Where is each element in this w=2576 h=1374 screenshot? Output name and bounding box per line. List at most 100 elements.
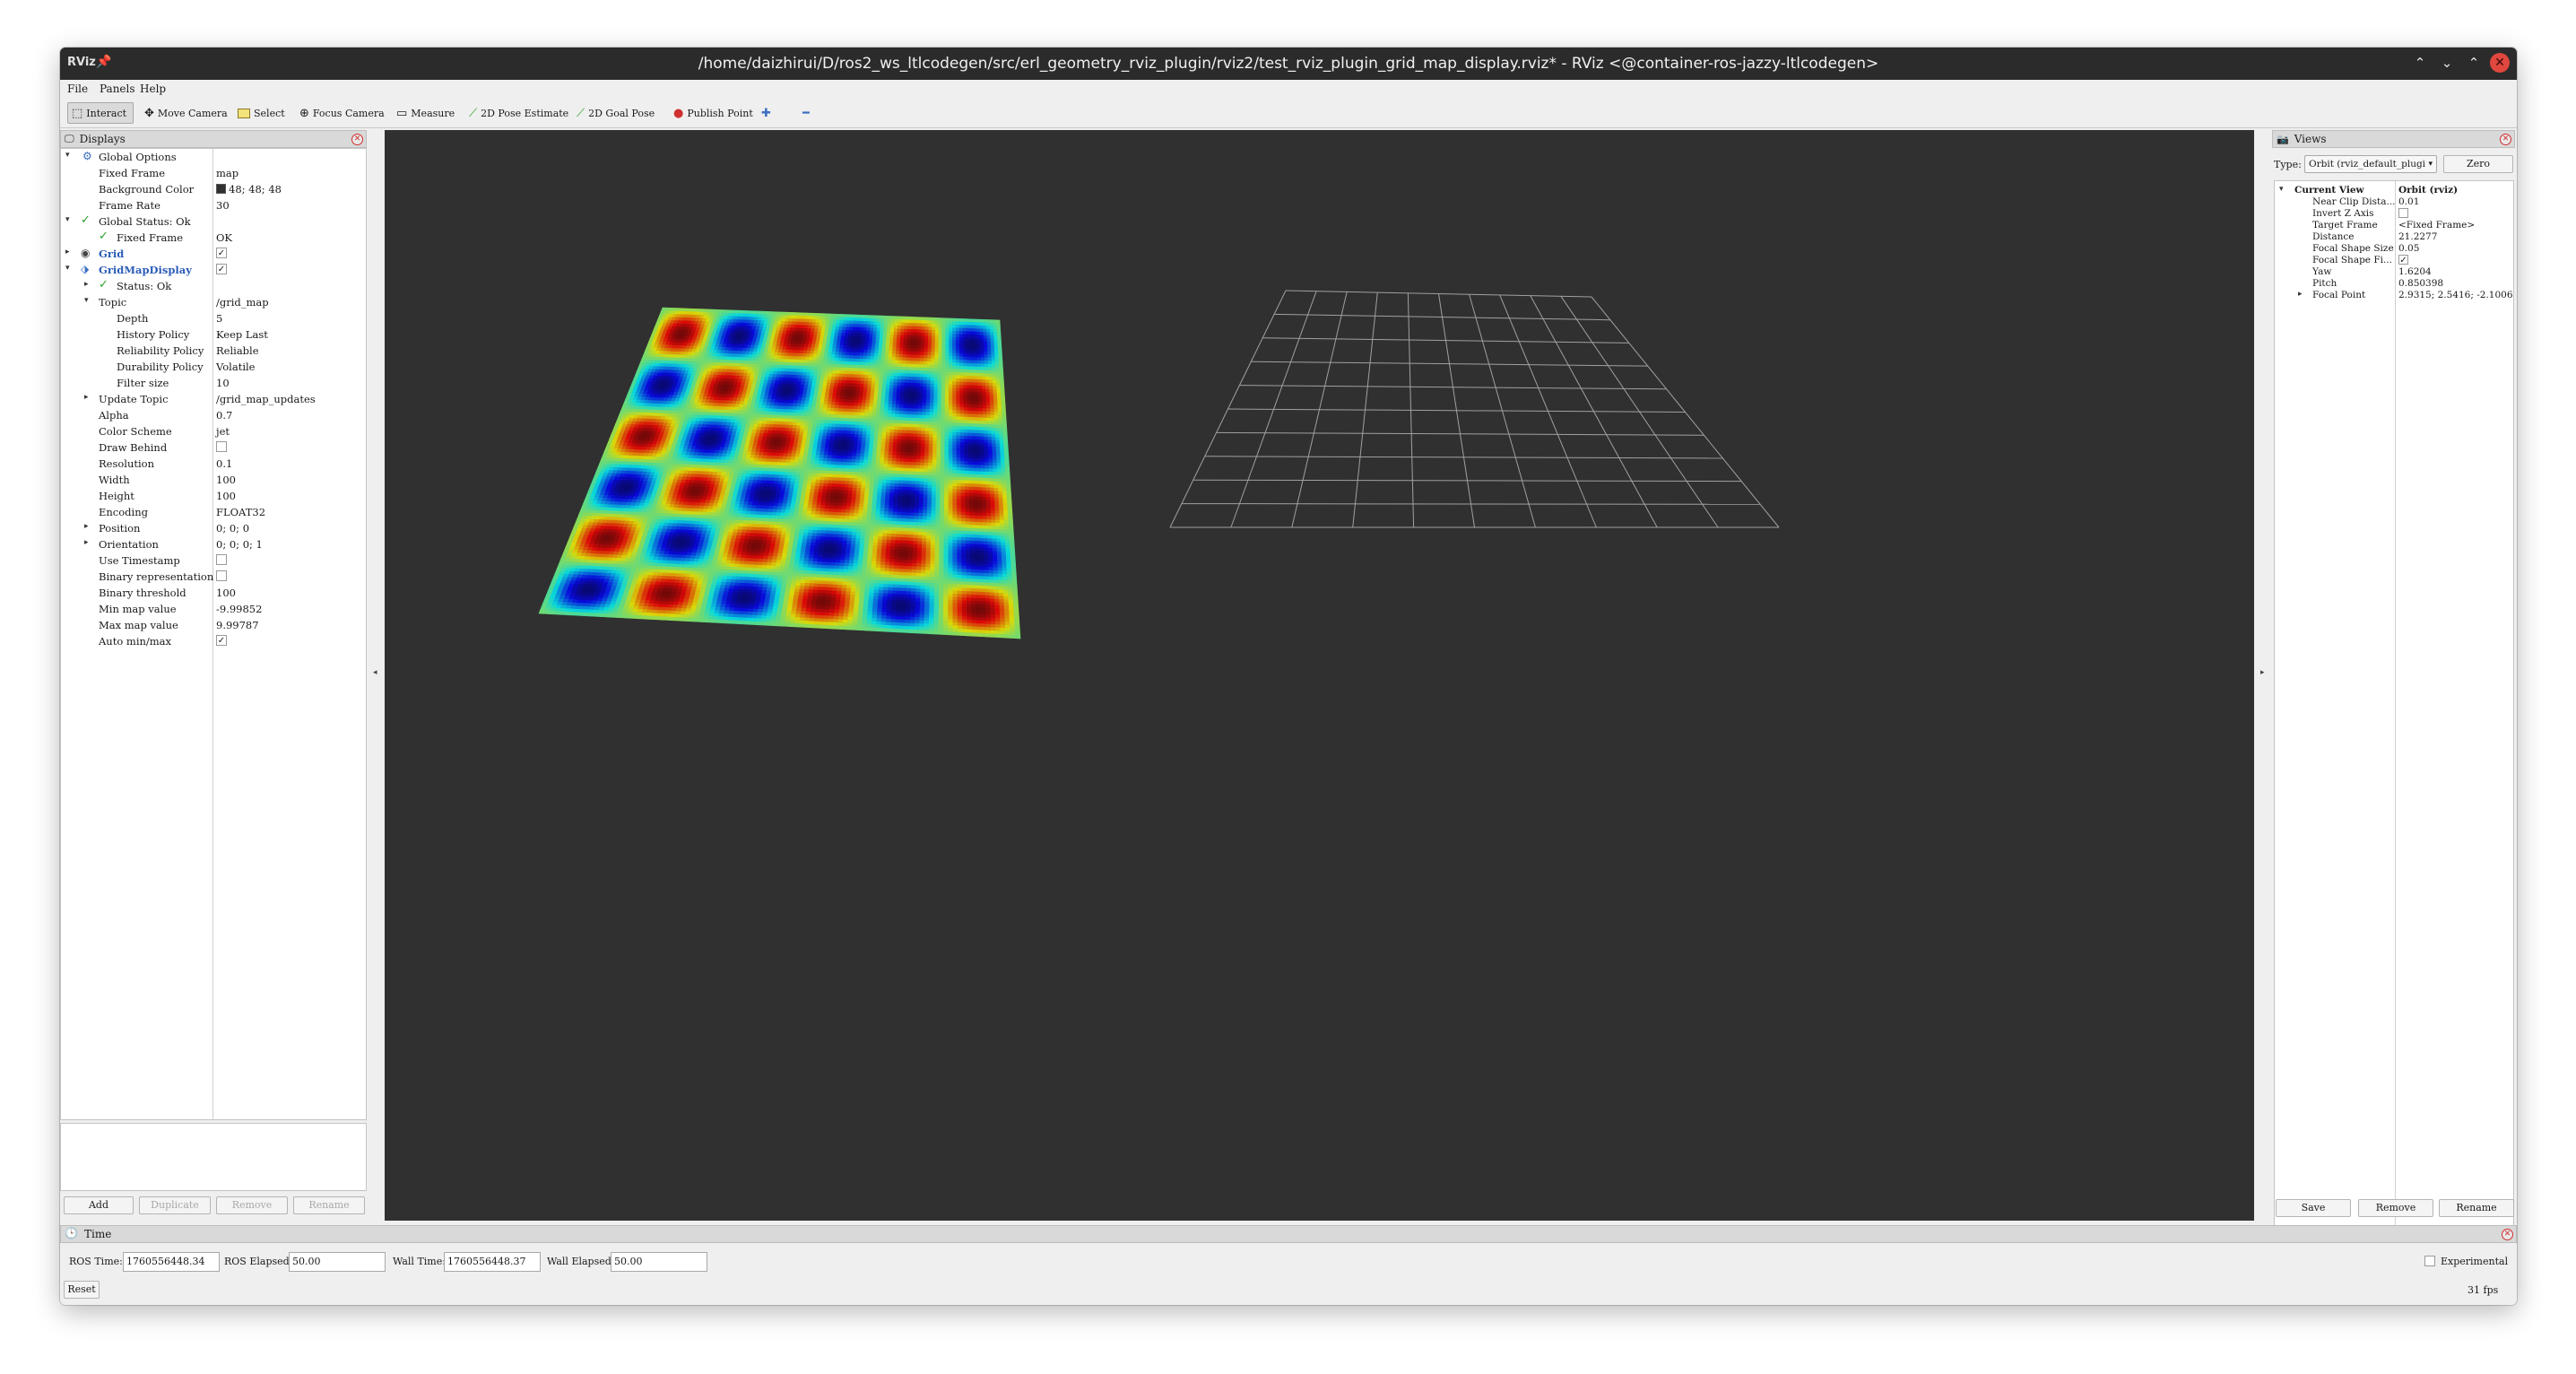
tree-row-draw-behind[interactable]: Draw Behind	[61, 439, 366, 456]
expand-arrow-icon[interactable]: ▾	[65, 264, 70, 273]
tree-row-position[interactable]: ▸ Position 0; 0; 0	[61, 520, 366, 536]
tree-value[interactable]: /grid_map	[216, 296, 269, 309]
tree-row-binary-representation[interactable]: Binary representation	[61, 569, 366, 585]
tool-interact[interactable]: ⬚ Interact	[67, 102, 134, 124]
tree-row-global-options[interactable]: ▾ ⚙ Global Options	[61, 149, 366, 165]
maximize-icon[interactable]: ⌃	[2464, 53, 2484, 73]
tree-value[interactable]: Volatile	[216, 361, 256, 373]
map-cell	[1002, 437, 1009, 442]
tool-publish-point[interactable]: ● Publish Point	[670, 102, 757, 124]
collapse-arrow-icon[interactable]: ▸	[84, 280, 89, 289]
scene-canvas[interactable]	[385, 130, 2254, 1221]
tree-row-orientation[interactable]: ▸ Orientation 0; 0; 0; 1	[61, 536, 366, 552]
close-window-icon[interactable]: ✕	[2490, 53, 2510, 73]
tree-value[interactable]: 10	[216, 377, 230, 389]
tree-value[interactable]: 48; 48; 48	[216, 183, 282, 196]
minimize-icon[interactable]: ⌄	[2437, 53, 2457, 73]
tree-row-width[interactable]: Width 100	[61, 472, 366, 488]
tree-row-encoding[interactable]: Encoding FLOAT32	[61, 504, 366, 520]
keep-above-icon[interactable]: ⌃	[2410, 53, 2430, 73]
tree-value[interactable]: 30	[216, 199, 230, 212]
tree-row-grid[interactable]: ▸ ◉ Grid ✓	[61, 246, 366, 262]
left-splitter[interactable]: ◂	[367, 130, 385, 1221]
tool-2d-pose-estimate[interactable]: ⟋ 2D Pose Estimate	[465, 102, 572, 124]
tree-value[interactable]: 0; 0; 0; 1	[216, 538, 263, 551]
tree-row-topic[interactable]: ▾ Topic /grid_map	[61, 294, 366, 310]
tree-value[interactable]: 0.7	[216, 409, 232, 422]
tree-row-fixed-frame[interactable]: Fixed Frame map	[61, 165, 366, 181]
gridmap-enabled-checkbox[interactable]: ✓	[216, 264, 227, 274]
expand-arrow-icon[interactable]: ▾	[65, 215, 70, 224]
tree-value[interactable]: 100	[216, 474, 236, 486]
menu-help[interactable]: Help	[140, 83, 166, 95]
auto-min-max-checkbox[interactable]: ✓	[216, 635, 227, 646]
tree-row-use-timestamp[interactable]: Use Timestamp	[61, 552, 366, 569]
tree-row-durability-policy[interactable]: Durability Policy Volatile	[61, 359, 366, 375]
tree-row-background-color[interactable]: Background Color 48; 48; 48	[61, 181, 366, 197]
tree-row-auto-min-max[interactable]: Auto min/max ✓	[61, 633, 366, 649]
use-timestamp-checkbox[interactable]	[216, 554, 227, 565]
tree-row-filter-size[interactable]: Filter size 10	[61, 375, 366, 391]
collapse-arrow-icon[interactable]: ▸	[84, 393, 89, 402]
tree-row-gridmap-display[interactable]: ▾ ⬗ GridMapDisplay ✓	[61, 262, 366, 278]
tree-value[interactable]: map	[216, 167, 239, 179]
tool-remove[interactable]: ━	[799, 102, 813, 124]
duplicate-display-button[interactable]: Duplicate	[139, 1196, 211, 1214]
tree-row-min-map-value[interactable]: Min map value -9.99852	[61, 601, 366, 617]
tree-value[interactable]: 0; 0; 0	[216, 522, 249, 535]
collapse-right-icon[interactable]: ▸	[2260, 668, 2265, 677]
tree-value[interactable]: /grid_map_updates	[216, 393, 316, 405]
collapse-left-icon[interactable]: ◂	[373, 668, 377, 677]
rename-display-button[interactable]: Rename	[293, 1196, 365, 1214]
tree-row-status-fixed-frame[interactable]: ✓ Fixed Frame OK	[61, 230, 366, 246]
render-viewport[interactable]	[385, 130, 2254, 1221]
tree-row-max-map-value[interactable]: Max map value 9.99787	[61, 617, 366, 633]
expand-arrow-icon[interactable]: ▾	[84, 296, 89, 305]
tree-row-status-ok[interactable]: ▸ ✓ Status: Ok	[61, 278, 366, 294]
tree-row-history-policy[interactable]: History Policy Keep Last	[61, 326, 366, 343]
menu-file[interactable]: File	[67, 83, 88, 95]
tree-value[interactable]: 9.99787	[216, 619, 259, 631]
tree-value[interactable]: FLOAT32	[216, 506, 265, 518]
draw-behind-checkbox[interactable]	[216, 441, 227, 452]
tool-2d-goal-pose[interactable]: ⟋ 2D Goal Pose	[573, 102, 658, 124]
tool-focus-camera[interactable]: ⊕ Focus Camera	[296, 102, 388, 124]
tree-row-reliability-policy[interactable]: Reliability Policy Reliable	[61, 343, 366, 359]
tool-add[interactable]: ✚	[758, 102, 775, 124]
tree-value[interactable]: -9.99852	[216, 603, 262, 615]
tree-row-depth[interactable]: Depth 5	[61, 310, 366, 326]
tool-select[interactable]: Select	[234, 102, 289, 124]
map-cell	[956, 451, 961, 456]
map-cell	[956, 429, 961, 433]
binary-representation-checkbox[interactable]	[216, 570, 227, 581]
tree-row-height[interactable]: Height 100	[61, 488, 366, 504]
tree-value[interactable]: 100	[216, 587, 236, 599]
tree-row-binary-threshold[interactable]: Binary threshold 100	[61, 585, 366, 601]
tree-row-alpha[interactable]: Alpha 0.7	[61, 407, 366, 423]
grid-enabled-checkbox[interactable]: ✓	[216, 248, 227, 258]
tool-move-camera[interactable]: ✥ Move Camera	[141, 102, 231, 124]
collapse-arrow-icon[interactable]: ▸	[65, 248, 70, 257]
tree-value[interactable]: 0.1	[216, 457, 232, 470]
tree-row-color-scheme[interactable]: Color Scheme jet	[61, 423, 366, 439]
collapse-arrow-icon[interactable]: ▸	[84, 522, 89, 531]
tree-value[interactable]: Keep Last	[216, 328, 268, 341]
tree-row-update-topic[interactable]: ▸ Update Topic /grid_map_updates	[61, 391, 366, 407]
tree-row-frame-rate[interactable]: Frame Rate 30	[61, 197, 366, 213]
remove-display-button[interactable]: Remove	[216, 1196, 288, 1214]
map-cell	[984, 458, 990, 464]
tool-measure[interactable]: ▭ Measure	[393, 102, 458, 124]
tree-value[interactable]: 5	[216, 312, 222, 325]
displays-tree[interactable]: ▾ ⚙ Global Options Fixed Frame map Backg…	[60, 148, 367, 1120]
tree-value[interactable]: Reliable	[216, 344, 259, 357]
menu-panels[interactable]: Panels	[100, 83, 135, 95]
tree-value[interactable]: jet	[216, 425, 230, 438]
tree-row-resolution[interactable]: Resolution 0.1	[61, 456, 366, 472]
add-display-button[interactable]: Add	[64, 1196, 134, 1214]
tree-value[interactable]: 100	[216, 490, 236, 502]
expand-arrow-icon[interactable]: ▾	[65, 151, 70, 160]
tree-row-global-status[interactable]: ▾ ✓ Global Status: Ok	[61, 213, 366, 230]
close-displays-icon[interactable]: ✕	[351, 134, 363, 145]
right-splitter[interactable]: ▸	[2254, 130, 2272, 1221]
collapse-arrow-icon[interactable]: ▸	[84, 538, 89, 547]
